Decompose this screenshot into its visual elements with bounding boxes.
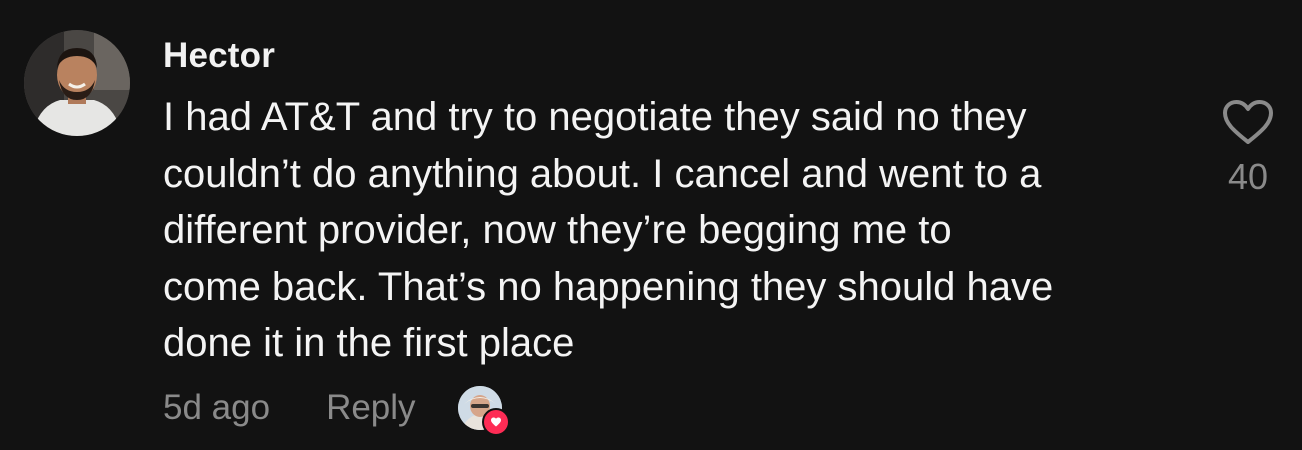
comment-text-line: couldn’t do anything about. I cancel and… xyxy=(163,151,1042,196)
comment-item: Hector I had AT&T and try to negotiate t… xyxy=(0,0,1302,450)
creator-liked-badge xyxy=(457,386,510,436)
author-avatar[interactable] xyxy=(24,30,130,136)
comment-text: I had AT&T and try to negotiate they sai… xyxy=(163,89,1173,372)
comment-text-line: come back. That’s no happening they shou… xyxy=(163,264,1054,309)
reply-button[interactable]: Reply xyxy=(326,388,415,428)
comment-meta: 5d ago Reply xyxy=(163,386,510,436)
comment-text-line: I had AT&T and try to negotiate they sai… xyxy=(163,95,1027,139)
comment-text-line: done it in the first place xyxy=(163,321,575,365)
like-control: 40 xyxy=(1218,98,1278,198)
comment-timestamp: 5d ago xyxy=(163,388,271,427)
heart-filled-icon xyxy=(481,408,510,436)
like-count: 40 xyxy=(1227,156,1269,197)
heart-outline-icon[interactable] xyxy=(1221,98,1275,146)
comment-text-line: different provider, now they’re begging … xyxy=(163,208,952,252)
comment-author[interactable]: Hector xyxy=(163,36,275,76)
